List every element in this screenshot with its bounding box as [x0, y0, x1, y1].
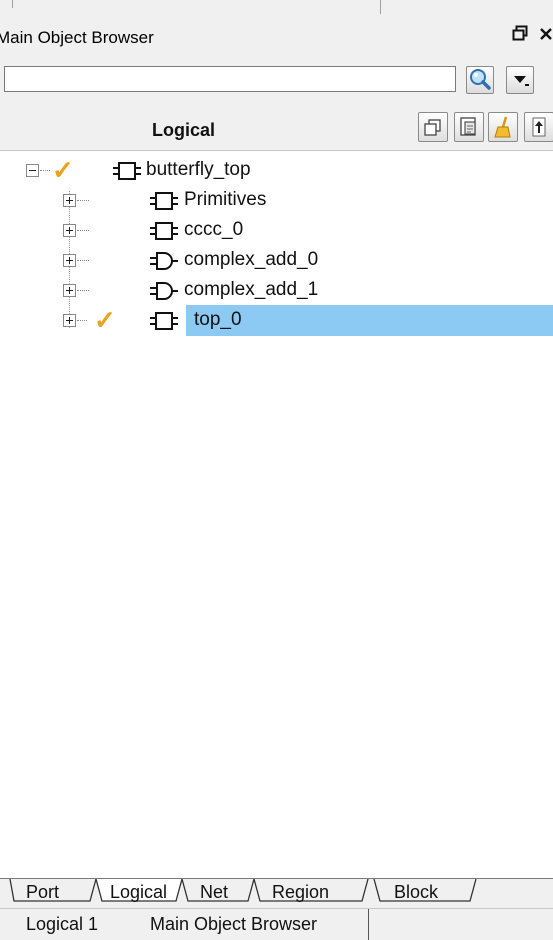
checkmark-icon: ✓	[52, 155, 74, 185]
tree-item-complex-add-0[interactable]: complex_add_0	[0, 245, 553, 276]
tab-net[interactable]: Net	[200, 882, 228, 903]
cell-icon	[113, 162, 141, 180]
tree-item-cccc-0[interactable]: cccc_0	[0, 215, 553, 246]
tab-region[interactable]: Region	[272, 882, 329, 903]
expand-toggle[interactable]	[63, 284, 76, 297]
object-tree[interactable]: ✓ butterfly_top Primitives cccc_0 comple…	[0, 150, 553, 879]
copy-icon	[460, 117, 476, 136]
panel-header: Logical	[0, 110, 553, 148]
and-gate-icon	[150, 282, 178, 300]
search-icon	[470, 69, 491, 90]
and-gate-icon	[150, 252, 178, 270]
expand-toggle[interactable]	[63, 254, 76, 267]
bottom-tab-main-object-browser[interactable]: Main Object Browser	[150, 909, 317, 940]
chevron-down-icon	[514, 76, 529, 86]
tree-item-primitives[interactable]: Primitives	[0, 185, 553, 216]
close-icon[interactable]	[539, 25, 553, 46]
expand-toggle[interactable]	[63, 224, 76, 237]
tree-item-label: cccc_0	[184, 219, 244, 240]
tree-item-label: complex_add_1	[184, 279, 319, 300]
collapse-icon	[424, 119, 441, 136]
cell-icon	[150, 192, 178, 210]
tree-item-label: complex_add_0	[184, 249, 319, 270]
copy-button[interactable]	[454, 112, 484, 142]
expand-toggle[interactable]	[63, 194, 76, 207]
collapse-toggle[interactable]	[26, 164, 39, 177]
divider	[368, 909, 369, 940]
panel-title: Logical	[152, 120, 216, 140]
window-title: Main Object Browser	[0, 28, 154, 47]
search-button[interactable]	[466, 66, 494, 94]
tree-item-label: Primitives	[184, 189, 267, 210]
expand-toggle[interactable]	[63, 314, 76, 327]
tab-logical[interactable]: Logical	[110, 882, 167, 903]
go-up-button[interactable]	[524, 112, 553, 142]
divider	[12, 0, 13, 8]
tree-item-complex-add-1[interactable]: complex_add_1	[0, 275, 553, 306]
clear-button[interactable]	[488, 112, 518, 142]
search-row	[0, 62, 553, 102]
tree-item-root[interactable]: ✓ butterfly_top	[0, 155, 553, 186]
arrow-up-icon	[532, 117, 546, 137]
bottom-tab-logical-1[interactable]: Logical 1	[26, 909, 98, 940]
divider	[380, 0, 381, 14]
tab-port[interactable]: Port	[26, 882, 59, 903]
broom-icon	[494, 116, 511, 138]
tree-item-top-0[interactable]: ✓ top_0	[0, 305, 553, 336]
cell-icon	[150, 222, 178, 240]
tab-bar: Port Logical Net Region Block	[0, 878, 553, 909]
tab-block[interactable]: Block	[394, 882, 438, 903]
bottom-tab-bar: Logical 1 Main Object Browser	[0, 908, 553, 940]
tree-item-label: top_0	[194, 309, 242, 330]
cell-icon	[150, 312, 178, 330]
restore-icon[interactable]	[512, 25, 528, 46]
search-input[interactable]	[4, 66, 456, 92]
tree-item-label: butterfly_top	[146, 159, 251, 180]
collapse-all-button[interactable]	[418, 112, 448, 142]
checkmark-icon: ✓	[94, 305, 116, 335]
top-strip	[0, 0, 553, 22]
window-title-bar: Main Object Browser	[0, 22, 553, 52]
search-options-dropdown[interactable]	[506, 66, 534, 94]
